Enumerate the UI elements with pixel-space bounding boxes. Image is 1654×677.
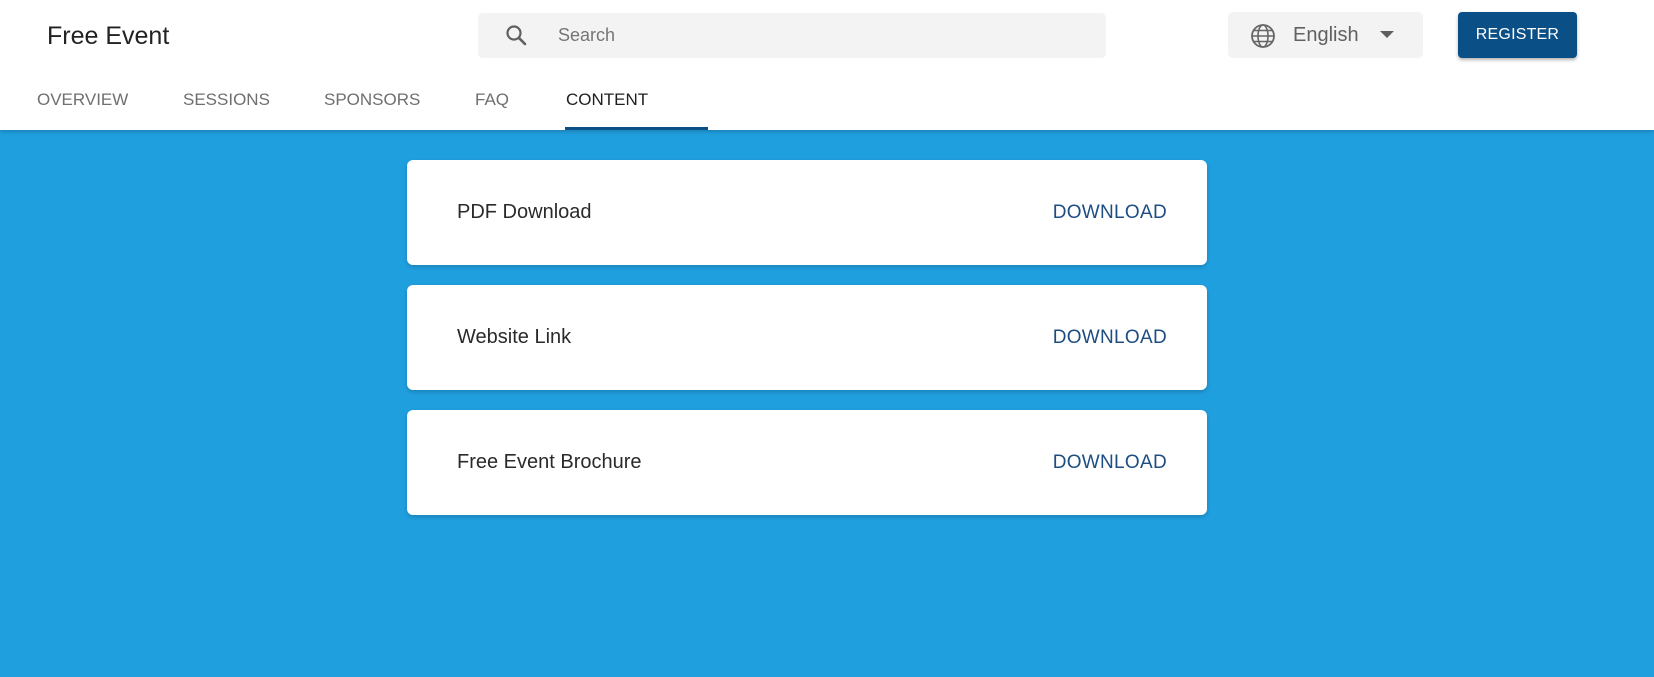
content-item: Website Link DOWNLOAD [407,285,1207,390]
tab-content[interactable]: CONTENT [566,78,648,130]
tab-faq[interactable]: FAQ [475,78,509,130]
content-item: Free Event Brochure DOWNLOAD [407,410,1207,515]
content-item-title: PDF Download [457,201,592,223]
search-bar[interactable] [478,13,1106,58]
download-button[interactable]: DOWNLOAD [1053,410,1167,515]
globe-icon [1251,24,1275,48]
register-button[interactable]: REGISTER [1458,12,1577,58]
content-item-title: Website Link [457,326,572,348]
content-item: PDF Download DOWNLOAD [407,160,1207,265]
tab-bar: OVERVIEW SESSIONS SPONSORS FAQ CONTENT [0,78,1654,130]
tab-overview[interactable]: OVERVIEW [37,78,128,130]
chevron-down-icon [1380,31,1394,38]
language-selector[interactable]: English [1228,12,1423,58]
search-input[interactable] [558,13,1088,58]
event-title: Free Event [47,22,170,50]
download-button[interactable]: DOWNLOAD [1053,160,1167,265]
download-button[interactable]: DOWNLOAD [1053,285,1167,390]
tab-sponsors[interactable]: SPONSORS [324,78,420,130]
search-icon [506,25,527,46]
content-item-title: Free Event Brochure [457,451,642,473]
tab-sessions[interactable]: SESSIONS [183,78,270,130]
top-header: Free Event English REGISTER OVERVIEW SES… [0,0,1654,130]
active-tab-indicator [565,127,708,130]
language-label: English [1293,24,1359,46]
